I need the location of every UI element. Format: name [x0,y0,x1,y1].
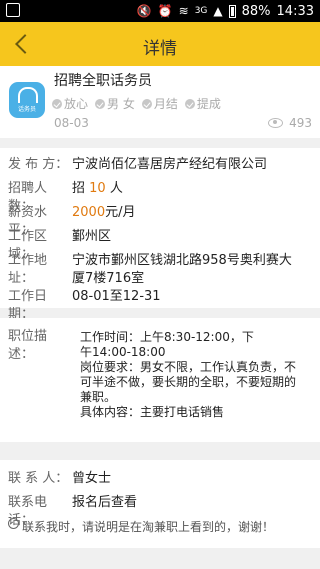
mute-icon: 🔇 [136,4,152,18]
battery-icon [228,4,236,18]
tag-item: 月结 [141,95,178,112]
publisher-row: 发 布 方： 宁波尚佰亿喜居房产经纪有限公司 [8,157,268,172]
alarm-icon: ⏰ [157,4,173,18]
job-title: 招聘全职话务员 [54,73,152,89]
battery-percent: 88% [241,3,271,19]
contact-note: 联系我时，请说明是在淘兼职上看到的，谢谢！ [22,520,275,534]
job-avatar: 话务员 [9,82,45,118]
check-icon [141,98,152,109]
description-section: 职位描述： 工作时间：上午8:30-12:00，下 午14:00-18:00 岗… [0,318,320,442]
tag-item: 男 女 [95,95,135,112]
contact-note-row: 联系我时，请说明是在淘兼职上看到的，谢谢！ [8,518,274,536]
headset-icon [18,87,38,103]
check-icon [184,98,195,109]
contact-person-row: 联 系 人： 曾女士 [8,471,112,486]
smile-icon [8,518,19,529]
job-details-section: 发 布 方： 宁波尚佰亿喜居房产经纪有限公司 招聘人数： 招 10 人 薪资水平… [0,148,320,322]
tag-item: 提成 [184,95,221,112]
description-label-row: 职位描述： [8,329,48,362]
post-date: 08-03 [54,116,89,130]
status-bar: 🔇 ⏰ ≋ 3G ▲ 88% 14:33 [0,0,320,22]
contact-section: 联 系 人： 曾女士 联系电话： 报名后查看 联系我时，请说明是在淘兼职上看到的… [0,460,320,548]
description-text: 工作时间：上午8:30-12:00，下 午14:00-18:00 岗位要求：男女… [80,330,297,419]
wifi-icon: ≋ [178,4,189,18]
job-tags: 放心 男 女 月结 提成 [52,95,221,112]
address-row: 工作地址： 宁波市鄞州区钱湖北路958号奥利赛大 厦7楼716室 [8,253,292,286]
notification-icon [6,3,20,17]
job-summary-card: 话务员 招聘全职话务员 放心 男 女 月结 提成 08-03 493 [0,66,320,138]
eye-icon [268,118,284,128]
tag-item: 放心 [52,95,88,112]
avatar-label: 话务员 [17,106,36,113]
title-bar: 详情 [0,22,320,66]
check-icon [52,98,62,109]
check-icon [95,98,106,109]
signal-icon: ▲ [213,4,223,18]
publisher-name: 宁波尚佰亿喜居房产经纪有限公司 [72,157,268,172]
view-count: 493 [268,116,312,130]
page-title: 详情 [143,39,177,59]
clock: 14:33 [276,3,314,19]
network-type: 3G [194,6,208,16]
